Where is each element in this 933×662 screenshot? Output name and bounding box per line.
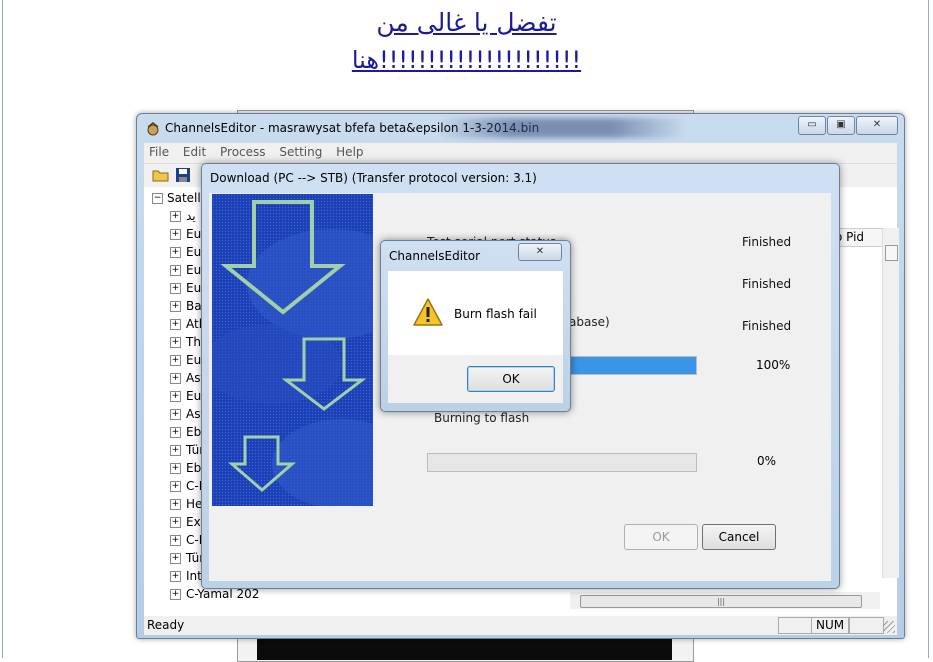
tree-item-label: C-I [186, 479, 203, 493]
tree-item-label: He [186, 497, 203, 511]
message-box-footer: OK [388, 355, 563, 403]
menu-help[interactable]: Help [331, 143, 368, 161]
horizontal-scroll-thumb[interactable]: ||| [580, 595, 862, 608]
expand-icon[interactable]: + [170, 337, 181, 348]
menu-process[interactable]: Process [215, 143, 271, 161]
tree-item[interactable]: + Ast [170, 371, 205, 389]
menu-bar: File Edit Process Setting Help [144, 143, 897, 163]
burn-progress-bar [427, 453, 697, 472]
expand-icon[interactable]: + [170, 409, 181, 420]
tree-item[interactable]: + Ebi [170, 461, 205, 479]
message-ok-button[interactable]: OK [467, 366, 555, 392]
status-panel-1 [778, 617, 812, 634]
expand-icon[interactable]: + [170, 355, 181, 366]
download-banner-image [212, 194, 373, 506]
vertical-scroll-thumb[interactable] [885, 245, 898, 261]
expand-icon[interactable]: + [170, 571, 181, 582]
close-icon[interactable]: ✕ [856, 116, 898, 135]
message-box-title: ChannelsEditor [389, 249, 481, 263]
tree-item-label: C-I [186, 533, 203, 547]
expand-icon[interactable]: + [170, 445, 181, 456]
expand-icon[interactable]: + [170, 553, 181, 564]
expand-icon[interactable]: + [170, 535, 181, 546]
expand-icon[interactable]: + [170, 247, 181, 258]
tree-item[interactable]: + Tür [170, 443, 204, 461]
tree-item[interactable]: + He [170, 497, 202, 515]
horizontal-scrollbar[interactable]: ||| [570, 592, 880, 609]
tree-item-label: Express AM22 [186, 605, 271, 607]
tree-item[interactable]: + C-Yamal 202 [170, 587, 259, 605]
step-status-1: Finished [742, 235, 792, 249]
expand-icon[interactable]: + [170, 319, 181, 330]
expand-icon[interactable]: + [170, 301, 181, 312]
expand-icon[interactable]: + [170, 391, 181, 402]
status-panel-3 [848, 617, 884, 634]
download-cancel-button[interactable]: Cancel [702, 524, 776, 550]
tree-item[interactable]: + Tür [170, 551, 204, 569]
expand-icon[interactable]: + [170, 517, 181, 528]
expand-icon[interactable]: + [170, 589, 181, 600]
close-icon[interactable]: ✕ [518, 243, 562, 261]
tree-item[interactable]: + C-I [170, 533, 202, 551]
forum-link-line1[interactable]: تفضل يا غالى من [0, 8, 933, 37]
tree-item[interactable]: + C-I [170, 479, 202, 497]
download-ok-button[interactable]: OK [624, 524, 698, 550]
tree-item[interactable]: + Atl [170, 317, 202, 335]
expand-icon[interactable]: + [170, 499, 181, 510]
tree-item[interactable]: + يد [170, 209, 196, 227]
step-status-2: Finished [742, 277, 792, 291]
tree-item-label: Int [186, 569, 202, 583]
burn-label: Burning to flash [434, 411, 530, 425]
minimize-icon[interactable]: ▭ [798, 116, 826, 135]
burn-progress-percent: 0% [757, 454, 777, 468]
tree-item-label: Atl [186, 317, 203, 331]
expand-icon[interactable]: + [170, 373, 181, 384]
error-message-box: ChannelsEditor ✕ Burn flash fail OK [380, 240, 571, 412]
save-icon[interactable] [174, 167, 192, 184]
expand-icon[interactable]: + [170, 265, 181, 276]
resize-grip-icon[interactable] [883, 621, 895, 633]
expand-icon[interactable]: + [170, 211, 181, 222]
expand-icon[interactable]: + [170, 229, 181, 240]
expand-icon[interactable]: + [170, 463, 181, 474]
forum-link-line2[interactable]: هنا!!!!!!!!!!!!!!!!!!!!! [0, 46, 933, 74]
collapse-icon[interactable]: − [152, 193, 163, 204]
status-text: Ready [147, 618, 185, 632]
expand-icon[interactable]: + [170, 427, 181, 438]
menu-setting[interactable]: Setting [274, 143, 327, 161]
status-bar: Ready NUM [144, 616, 897, 635]
menu-edit[interactable]: Edit [178, 143, 211, 161]
tree-item-label: C-Yamal 202 [186, 587, 260, 601]
message-text: Burn flash fail [454, 307, 537, 321]
tree-item-label: يد [186, 209, 196, 223]
app-icon [147, 122, 159, 136]
expand-icon[interactable]: + [170, 481, 181, 492]
message-box-body: Burn flash fail [388, 271, 563, 355]
transfer-progress-percent: 100% [756, 358, 791, 372]
expand-icon[interactable]: + [170, 283, 181, 294]
tree-item[interactable]: + Int [170, 569, 202, 587]
step-status-3: Finished [742, 319, 792, 333]
status-panel-num: NUM [811, 617, 850, 634]
tree-item[interactable]: +Express AM22 [170, 605, 271, 607]
maximize-icon[interactable]: ▣ [827, 116, 855, 135]
vertical-scrollbar[interactable] [882, 228, 899, 578]
warning-icon [413, 298, 443, 326]
tree-item[interactable]: + Ebi [170, 425, 205, 443]
tree-item[interactable]: + Ast [170, 407, 205, 425]
open-folder-icon[interactable] [152, 167, 170, 184]
download-dialog-title: Download (PC --> STB) (Transfer protocol… [210, 171, 537, 185]
menu-file[interactable]: File [144, 143, 174, 161]
title-blur [437, 118, 687, 138]
